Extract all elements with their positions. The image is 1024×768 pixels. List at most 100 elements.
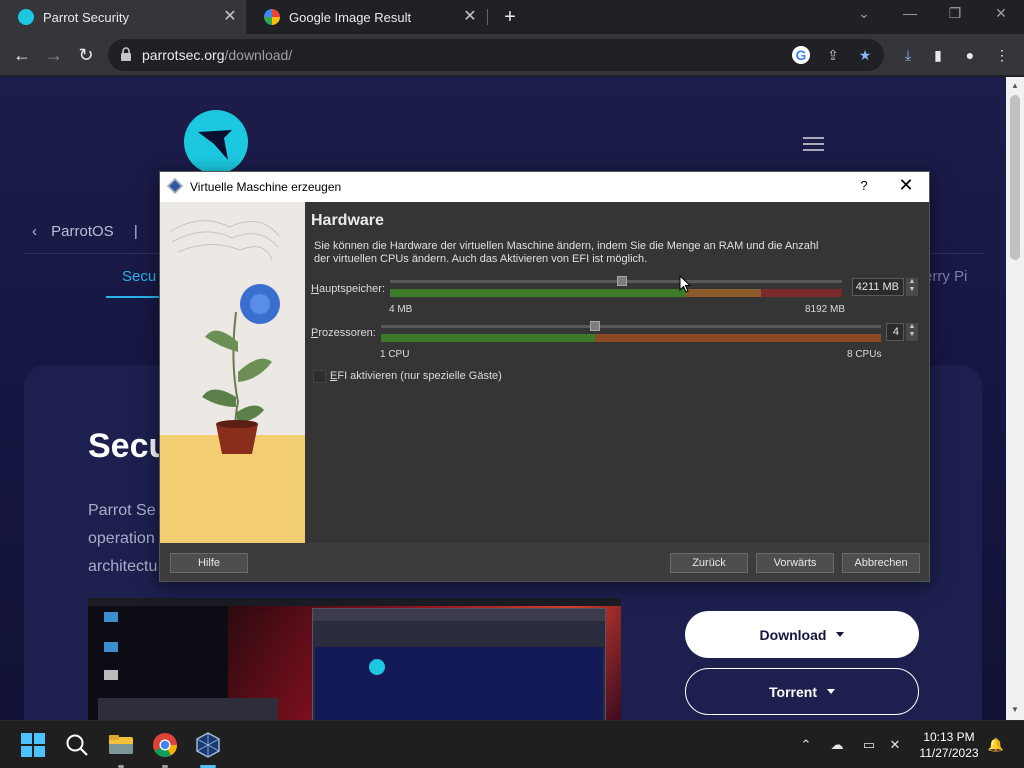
- clock-date: 11/27/2023: [919, 746, 979, 760]
- search-icon[interactable]: [64, 732, 90, 758]
- tab-title: Google Image Result: [289, 9, 412, 25]
- breadcrumb[interactable]: ‹ ParrotOS |: [32, 223, 138, 240]
- memory-spinbox[interactable]: 4211 MB: [852, 278, 904, 296]
- memory-slider-track[interactable]: [390, 280, 842, 283]
- scroll-up-icon[interactable]: ▲: [1011, 81, 1019, 90]
- side-panel-icon[interactable]: ▮: [928, 45, 948, 65]
- memory-slider-handle[interactable]: [617, 276, 628, 286]
- hero-title: Secu: [88, 427, 170, 465]
- share-icon[interactable]: ⇪: [824, 46, 842, 64]
- memory-label: Hauptspeicher:: [311, 283, 385, 295]
- create-vm-dialog: Virtuelle Maschine erzeugen ? ✕ Hardware…: [159, 171, 930, 582]
- new-tab-button[interactable]: +: [500, 6, 520, 29]
- windows-start-icon[interactable]: [20, 732, 46, 758]
- flower-pot-illustration: [169, 220, 281, 454]
- scroll-down-icon[interactable]: ▼: [1011, 705, 1019, 714]
- cpu-slider-handle[interactable]: [590, 321, 601, 331]
- virtualbox-taskbar-icon[interactable]: [195, 732, 221, 758]
- desktop-icon: [104, 670, 118, 680]
- minimize-icon[interactable]: —: [895, 5, 925, 21]
- tab-title: Parrot Security: [43, 9, 129, 25]
- scrollbar-thumb[interactable]: [1010, 95, 1020, 260]
- screenshot-browser-window: [312, 608, 606, 720]
- system-clock[interactable]: 10:13 PM 11/27/2023: [916, 729, 982, 761]
- parrot-logo-icon: [369, 659, 385, 675]
- browser-toolbar: ← → ↻ parrotsec.org/download/ G ⇪ ★ ⤓ ▮ …: [0, 34, 1024, 76]
- wizard-page-hardware: Hardware Sie können die Hardware der vir…: [305, 202, 929, 543]
- cpu-warning-range: [595, 334, 881, 342]
- browser-tab-bar: Parrot Security ✕ Google Image Result ✕ …: [0, 0, 1024, 34]
- chevron-left-icon: ‹: [32, 223, 37, 240]
- efi-checkbox[interactable]: [313, 370, 326, 383]
- menu-kebab-icon[interactable]: ⋮: [992, 45, 1012, 65]
- back-button[interactable]: Zurück: [670, 553, 748, 573]
- memory-min-label: 4 MB: [389, 304, 413, 315]
- help-button[interactable]: Hilfe: [170, 553, 248, 573]
- hero-line: Parrot Se: [88, 502, 156, 519]
- torrent-label: Torrent: [769, 683, 817, 700]
- close-icon[interactable]: ✕: [897, 175, 915, 196]
- tab-search-icon[interactable]: ⌄: [849, 5, 879, 22]
- wizard-illustration: [160, 202, 305, 543]
- memory-max-label: 8192 MB: [805, 304, 846, 315]
- hero-line: operation: [88, 530, 155, 547]
- cpu-min-label: 1 CPU: [380, 349, 410, 360]
- download-button[interactable]: Download: [685, 611, 919, 658]
- tab-raspberry-pi[interactable]: erry Pi: [924, 268, 967, 285]
- virtualbox-icon: [167, 178, 183, 194]
- dialog-title: Virtuelle Maschine erzeugen: [190, 180, 342, 194]
- notification-bell-icon[interactable]: 🔔: [987, 737, 1005, 753]
- desktop-screenshot-image: [88, 598, 621, 720]
- mouse-cursor-icon: [679, 275, 691, 293]
- tab-parrot-security[interactable]: Parrot Security ✕: [0, 0, 246, 34]
- efi-label[interactable]: EFI aktivieren (nur spezielle Gäste): [330, 370, 502, 382]
- chevron-up-icon[interactable]: ⌃: [797, 737, 815, 753]
- forward-arrow-icon[interactable]: →: [42, 43, 66, 67]
- back-arrow-icon[interactable]: ←: [10, 43, 34, 67]
- cpu-label: Prozessoren:: [311, 327, 376, 339]
- tab-google-image-result[interactable]: Google Image Result ✕: [246, 0, 486, 34]
- lock-icon: [121, 47, 131, 61]
- memory-spin-arrows-icon[interactable]: ▲ ▼: [906, 278, 918, 296]
- cpu-spinbox[interactable]: 4: [886, 323, 904, 341]
- reload-icon[interactable]: ↻: [74, 43, 98, 67]
- volume-muted-icon[interactable]: ✕: [886, 737, 904, 753]
- address-bar[interactable]: parrotsec.org/download/ G ⇪ ★: [108, 39, 884, 71]
- windows-taskbar: ⌃ ☁ ▭ ✕ 10:13 PM 11/27/2023 🔔: [0, 720, 1024, 768]
- cancel-button[interactable]: Abbrechen: [842, 553, 920, 573]
- cpu-recommended-range: [381, 334, 596, 342]
- cpu-max-label: 8 CPUs: [847, 349, 882, 360]
- network-icon[interactable]: ▭: [860, 737, 878, 753]
- window-bar: [313, 609, 605, 621]
- download-icon[interactable]: ⤓: [898, 45, 918, 65]
- profile-icon[interactable]: ●: [960, 45, 980, 65]
- url-text: parrotsec.org/download/: [142, 47, 293, 63]
- parrot-logo[interactable]: [184, 110, 248, 174]
- dialog-titlebar[interactable]: Virtuelle Maschine erzeugen ? ✕: [160, 172, 929, 202]
- cpu-slider-track[interactable]: [381, 325, 881, 328]
- hero-line: architectu: [88, 558, 158, 575]
- page-scrollbar[interactable]: ▲ ▼: [1006, 77, 1024, 720]
- close-window-icon[interactable]: ✕: [986, 5, 1016, 22]
- cpu-spin-arrows-icon[interactable]: ▲ ▼: [906, 323, 918, 341]
- page-title: Hardware: [311, 212, 384, 229]
- next-button[interactable]: Vorwärts: [756, 553, 834, 573]
- file-explorer-icon[interactable]: [108, 732, 134, 758]
- close-tab-icon[interactable]: ✕: [222, 9, 238, 25]
- help-icon[interactable]: ?: [857, 178, 871, 193]
- google-lens-icon[interactable]: G: [792, 46, 810, 64]
- chrome-icon[interactable]: [152, 732, 178, 758]
- screenshot-panel: [88, 598, 621, 606]
- hamburger-menu-icon[interactable]: [803, 137, 824, 151]
- close-tab-icon[interactable]: ✕: [462, 9, 478, 25]
- tab-security[interactable]: Secu: [122, 268, 156, 285]
- bookmark-star-icon[interactable]: ★: [856, 46, 874, 64]
- cloud-offline-icon[interactable]: ☁: [828, 737, 846, 753]
- tab-separator: [487, 9, 488, 25]
- torrent-button[interactable]: Torrent: [685, 668, 919, 715]
- dialog-footer: Hilfe Zurück Vorwärts Abbrechen: [160, 543, 929, 581]
- restore-icon[interactable]: ❐: [940, 5, 970, 22]
- clock-time: 10:13 PM: [923, 730, 975, 744]
- breadcrumb-parrotos[interactable]: ParrotOS: [51, 223, 114, 240]
- hero-description: Parrot Se operation architectu: [88, 497, 157, 581]
